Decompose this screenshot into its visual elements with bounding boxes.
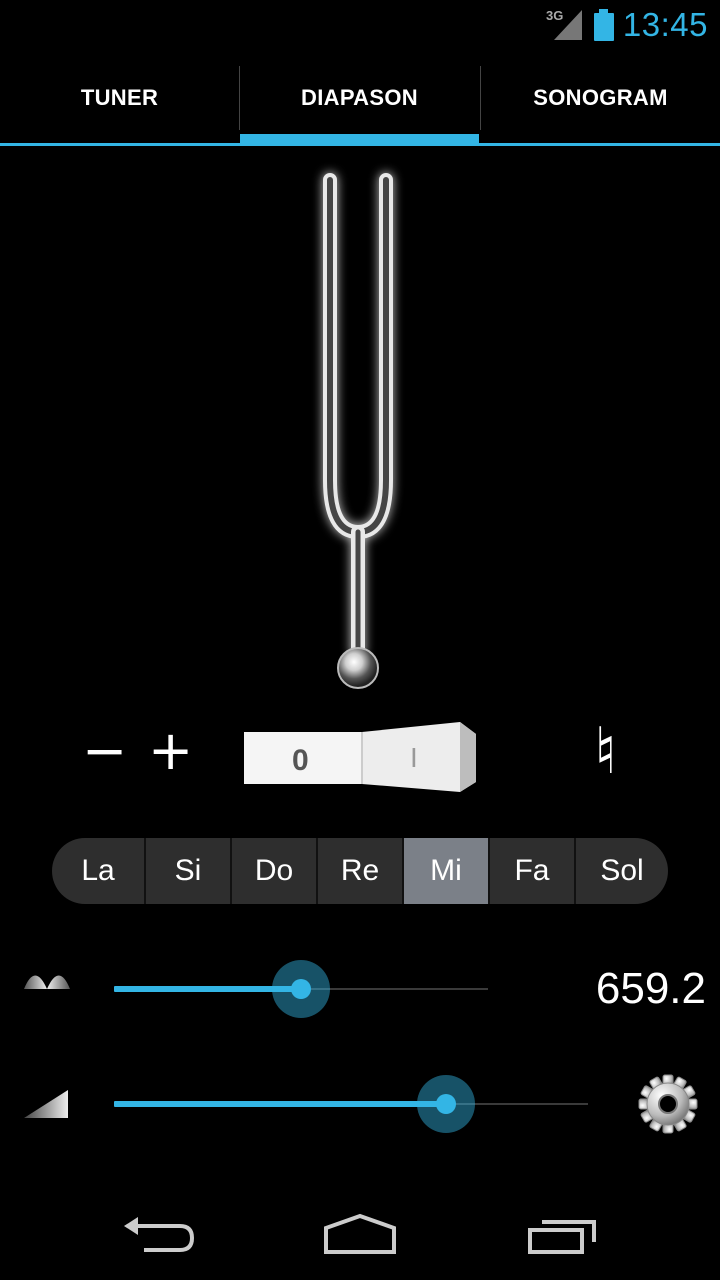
switch-on-label: I <box>410 742 418 773</box>
gear-icon[interactable] <box>638 1074 698 1134</box>
frequency-slider[interactable] <box>114 960 488 1018</box>
note-si[interactable]: Si <box>146 838 232 904</box>
status-clock: 13:45 <box>622 6 708 43</box>
plus-button[interactable]: + <box>148 718 193 784</box>
back-icon[interactable] <box>122 1214 196 1254</box>
sine-wave-icon <box>24 975 70 989</box>
volume-ramp-icon <box>24 1090 68 1118</box>
volume-slider-thumb[interactable] <box>436 1094 456 1114</box>
signal-icon <box>554 10 582 40</box>
note-do[interactable]: Do <box>232 838 318 904</box>
battery-icon <box>594 9 614 41</box>
sound-toggle-switch[interactable]: 0 I <box>244 722 478 792</box>
note-selector: La Si Do Re Mi Fa Sol <box>52 838 668 904</box>
frequency-slider-thumb[interactable] <box>291 979 311 999</box>
tab-tuner[interactable]: TUNER <box>0 62 239 134</box>
recents-icon[interactable] <box>526 1214 600 1256</box>
note-la[interactable]: La <box>52 838 146 904</box>
switch-off-label: 0 <box>292 744 309 777</box>
frequency-value: 659.2 <box>595 964 706 1013</box>
tab-sonogram[interactable]: SONOGRAM <box>481 62 720 134</box>
tab-diapason[interactable]: DIAPASON <box>240 62 479 134</box>
note-mi[interactable]: Mi <box>404 838 490 904</box>
minus-button[interactable]: − <box>82 718 127 784</box>
home-icon[interactable] <box>322 1212 398 1256</box>
tuning-fork-icon[interactable] <box>290 160 430 700</box>
note-re[interactable]: Re <box>318 838 404 904</box>
selected-tab-indicator <box>240 134 479 146</box>
note-fa[interactable]: Fa <box>490 838 576 904</box>
natural-accidental-button[interactable]: ♮ <box>594 710 617 794</box>
status-bar: 3G 13:45 <box>0 0 720 50</box>
tab-bar: TUNER DIAPASON SONOGRAM <box>0 62 720 148</box>
navigation-bar <box>0 1180 720 1280</box>
switch-body <box>244 722 476 792</box>
volume-slider[interactable] <box>114 1075 588 1133</box>
volume-slider-fill <box>114 1101 446 1107</box>
note-sol[interactable]: Sol <box>576 838 668 904</box>
